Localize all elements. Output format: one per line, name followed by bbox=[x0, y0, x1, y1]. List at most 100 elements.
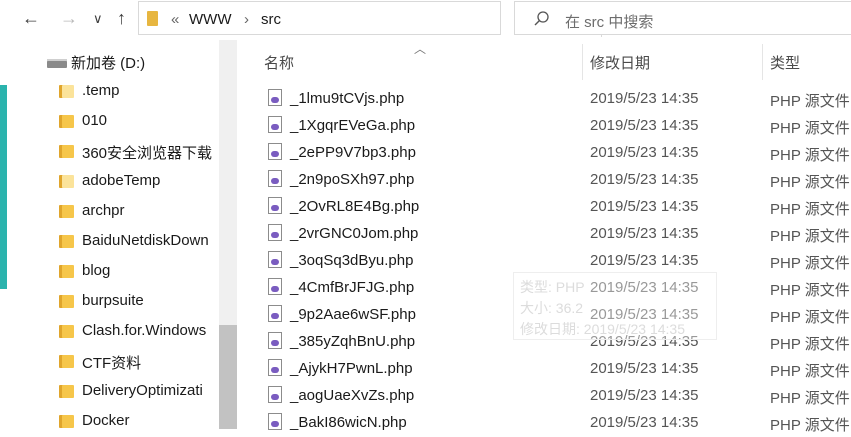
file-type: PHP 源文件 bbox=[770, 309, 850, 326]
file-type: PHP 源文件 bbox=[770, 255, 850, 272]
folder-icon bbox=[59, 355, 74, 368]
file-type: PHP 源文件 bbox=[770, 120, 850, 137]
file-row[interactable]: _3oqSq3dByu.php 2019/5/23 14:35 PHP 源文件 bbox=[263, 248, 851, 275]
sidebar-item-label: archpr bbox=[82, 202, 125, 219]
sidebar-item-docker[interactable]: Docker bbox=[7, 406, 230, 429]
sidebar-item-label: .temp bbox=[82, 82, 120, 99]
sidebar-item-baidunetdisk[interactable]: BaiduNetdiskDown bbox=[7, 226, 230, 256]
search-input[interactable]: 在 src 中搜索 bbox=[565, 11, 653, 32]
breadcrumb-separator-icon: › bbox=[244, 11, 249, 28]
file-type: PHP 源文件 bbox=[770, 147, 850, 164]
file-row[interactable]: _2OvRL8E4Bg.php 2019/5/23 14:35 PHP 源文件 bbox=[263, 194, 851, 221]
up-arrow-icon[interactable]: ↑ bbox=[117, 8, 126, 29]
sidebar-item-deliveryoptimization[interactable]: DeliveryOptimizati bbox=[7, 376, 230, 406]
recent-locations-chevron-icon[interactable]: ∨ bbox=[93, 11, 103, 27]
address-box[interactable]: « WWW › src ↻ bbox=[138, 1, 629, 37]
php-file-icon bbox=[268, 278, 282, 295]
file-row[interactable]: _2ePP9V7bp3.php 2019/5/23 14:35 PHP 源文件 bbox=[263, 140, 851, 167]
breadcrumb-www[interactable]: WWW bbox=[189, 11, 231, 28]
column-header-date[interactable]: 修改日期 bbox=[590, 52, 650, 73]
file-row[interactable]: _1XgqrEVeGa.php 2019/5/23 14:35 PHP 源文件 bbox=[263, 113, 851, 140]
file-row[interactable]: _BakI86wicN.php 2019/5/23 14:35 PHP 源文件 bbox=[263, 410, 851, 437]
folder-icon bbox=[147, 11, 158, 26]
file-name: _385yZqhBnU.php bbox=[290, 333, 416, 350]
file-date: 2019/5/23 14:35 bbox=[590, 90, 699, 107]
column-divider[interactable] bbox=[762, 44, 763, 80]
file-row[interactable]: _AjykH7PwnL.php 2019/5/23 14:35 PHP 源文件 bbox=[263, 356, 851, 383]
folder-icon bbox=[59, 205, 74, 218]
sidebar-item-label: blog bbox=[82, 262, 111, 279]
php-file-icon bbox=[268, 143, 282, 160]
sidebar-item-label: CTF资料 bbox=[82, 355, 142, 372]
sidebar-item-010[interactable]: 010 bbox=[7, 106, 230, 136]
file-date: 2019/5/23 14:35 bbox=[590, 252, 699, 269]
php-file-icon bbox=[268, 305, 282, 322]
column-divider[interactable] bbox=[582, 44, 583, 80]
sidebar-item-blog[interactable]: blog bbox=[7, 256, 230, 286]
php-file-icon bbox=[268, 413, 282, 430]
file-date: 2019/5/23 14:35 bbox=[590, 387, 699, 404]
file-row[interactable]: _aogUaeXvZs.php 2019/5/23 14:35 PHP 源文件 bbox=[263, 383, 851, 410]
sidebar-item-label: Docker bbox=[82, 412, 130, 429]
address-bar-row: ← → ∨ ↑ « WWW › src ↻ 在 src 中搜索 bbox=[0, 0, 851, 40]
breadcrumb-src[interactable]: src bbox=[261, 11, 281, 28]
sidebar-item-ctf[interactable]: CTF资料 bbox=[7, 346, 230, 376]
file-name: _2ePP9V7bp3.php bbox=[290, 144, 416, 161]
sidebar-item-label: 新加卷 (D:) bbox=[71, 55, 146, 72]
file-name: _1lmu9tCVjs.php bbox=[290, 90, 405, 107]
folder-icon bbox=[59, 325, 74, 338]
file-list: ︿ 名称 修改日期 类型 _1lmu9tCVjs.php 2019/5/23 1… bbox=[237, 40, 851, 434]
sidebar-scrollbar-thumb[interactable] bbox=[219, 325, 237, 429]
file-row[interactable]: _2n9poSXh97.php 2019/5/23 14:35 PHP 源文件 bbox=[263, 167, 851, 194]
file-type: PHP 源文件 bbox=[770, 93, 850, 110]
file-type: PHP 源文件 bbox=[770, 282, 850, 299]
sidebar-item-temp[interactable]: .temp bbox=[7, 76, 230, 106]
file-name: _2n9poSXh97.php bbox=[290, 171, 415, 188]
folder-icon bbox=[59, 175, 74, 188]
overflow-chevron-icon[interactable]: « bbox=[171, 11, 179, 28]
search-icon bbox=[534, 11, 549, 26]
folder-icon bbox=[59, 145, 74, 158]
file-name: _4CmfBrJFJG.php bbox=[290, 279, 415, 296]
sidebar-item-clash[interactable]: Clash.for.Windows bbox=[7, 316, 230, 346]
sidebar-item-drive-d[interactable]: 新加卷 (D:) bbox=[7, 46, 230, 76]
file-type: PHP 源文件 bbox=[770, 336, 850, 353]
file-name: _2OvRL8E4Bg.php bbox=[290, 198, 420, 215]
column-header-type[interactable]: 类型 bbox=[770, 52, 800, 73]
file-name: _1XgqrEVeGa.php bbox=[290, 117, 416, 134]
sidebar-item-burpsuite[interactable]: burpsuite bbox=[7, 286, 230, 316]
folder-icon bbox=[59, 265, 74, 278]
file-name: _3oqSq3dByu.php bbox=[290, 252, 414, 269]
sidebar-item-label: 360安全浏览器下载 bbox=[82, 145, 213, 162]
file-date: 2019/5/23 14:35 bbox=[590, 360, 699, 377]
php-file-icon bbox=[268, 359, 282, 376]
file-type: PHP 源文件 bbox=[770, 201, 850, 218]
file-row[interactable]: _2vrGNC0Jom.php 2019/5/23 14:35 PHP 源文件 bbox=[263, 221, 851, 248]
file-name: _2vrGNC0Jom.php bbox=[290, 225, 419, 242]
file-row[interactable]: _1lmu9tCVjs.php 2019/5/23 14:35 PHP 源文件 bbox=[263, 86, 851, 113]
php-file-icon bbox=[268, 251, 282, 268]
folder-icon bbox=[59, 385, 74, 398]
sidebar-item-label: DeliveryOptimizati bbox=[82, 382, 203, 399]
back-arrow-icon[interactable]: ← bbox=[22, 8, 40, 29]
php-file-icon bbox=[268, 197, 282, 214]
sidebar-item-label: burpsuite bbox=[82, 292, 144, 309]
file-date: 2019/5/23 14:35 bbox=[590, 225, 699, 242]
sidebar-item-adobetemp[interactable]: adobeTemp bbox=[7, 166, 230, 196]
tooltip-modified: 修改日期: 2019/5/23 14:35 bbox=[520, 321, 685, 337]
file-name: _BakI86wicN.php bbox=[290, 414, 407, 431]
php-file-icon bbox=[268, 170, 282, 187]
sidebar-item-360-download[interactable]: 360安全浏览器下载 bbox=[7, 136, 230, 166]
php-file-icon bbox=[268, 89, 282, 106]
folder-icon bbox=[59, 115, 74, 128]
sidebar-item-archpr[interactable]: archpr bbox=[7, 196, 230, 226]
file-date: 2019/5/23 14:35 bbox=[590, 144, 699, 161]
file-type: PHP 源文件 bbox=[770, 390, 850, 407]
forward-arrow-icon[interactable]: → bbox=[60, 8, 78, 29]
column-header-name[interactable]: 名称 bbox=[264, 52, 294, 73]
file-info-tooltip: 类型: PHP 大小: 36.2 修改日期: 2019/5/23 14:35 bbox=[513, 272, 717, 340]
search-box[interactable]: 在 src 中搜索 bbox=[514, 1, 851, 35]
file-date: 2019/5/23 14:35 bbox=[590, 414, 699, 431]
file-type: PHP 源文件 bbox=[770, 174, 850, 191]
file-name: _aogUaeXvZs.php bbox=[290, 387, 415, 404]
